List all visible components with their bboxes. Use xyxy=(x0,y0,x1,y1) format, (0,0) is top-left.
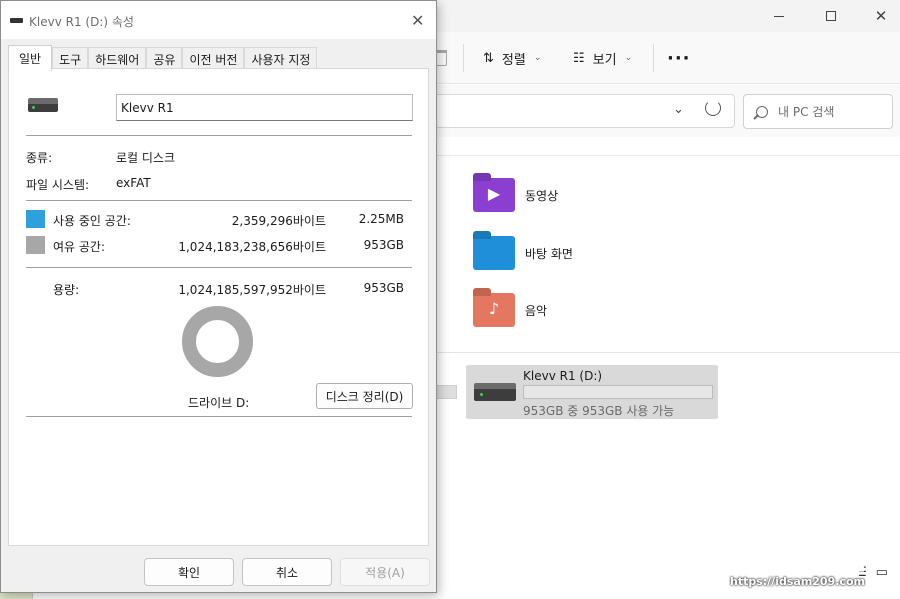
folder-label: 음악 xyxy=(525,303,548,318)
divider xyxy=(26,200,412,201)
drive-icon xyxy=(28,98,58,112)
filesystem-label: 파일 시스템: xyxy=(26,178,90,192)
watermark-logo: 뚜비뚜비뚜뚜바 https://idsam209.com xyxy=(670,541,900,599)
close-icon[interactable]: ✕ xyxy=(411,11,424,30)
disk-usage-donut xyxy=(182,306,253,377)
drive-letter-label: 드라이브 D: xyxy=(188,396,250,410)
more-icon: ··· xyxy=(667,47,691,69)
drive-name: Klevv R1 (D:) xyxy=(523,369,603,383)
divider xyxy=(26,135,412,136)
folder-label: 바탕 화면 xyxy=(525,246,573,261)
sort-icon: ⇅ xyxy=(483,50,494,66)
chevron-down-icon[interactable]: ⌄ xyxy=(673,102,684,117)
dialog-title: Klevv R1 (D:) 속성 xyxy=(29,15,134,29)
free-space-label: 여유 공간: xyxy=(53,240,106,254)
search-placeholder: 내 PC 검색 xyxy=(778,105,835,119)
disk-cleanup-button[interactable]: 디스크 정리(D) xyxy=(316,383,413,409)
drive-properties-dialog: Klevv R1 (D:) 속성 ✕ 일반 도구 하드웨어 공유 이전 버전 사… xyxy=(0,0,437,593)
dialog-titlebar: Klevv R1 (D:) 속성 ✕ xyxy=(1,1,436,39)
cancel-button[interactable]: 취소 xyxy=(242,558,332,586)
type-label: 종류: xyxy=(26,151,53,165)
video-folder-icon: ▶ xyxy=(473,178,515,212)
view-label: 보기 xyxy=(592,52,617,68)
capacity-label: 용량: xyxy=(53,283,80,297)
filesystem-value: exFAT xyxy=(116,176,151,190)
used-space-size: 2.25MB xyxy=(358,212,404,226)
sort-button[interactable]: ⇅ 정렬 ⌄ xyxy=(483,46,541,70)
more-options-button[interactable]: ··· xyxy=(667,46,691,70)
watermark-url: https://idsam209.com xyxy=(730,575,865,588)
tab-bar: 일반 도구 하드웨어 공유 이전 버전 사용자 지정 xyxy=(8,45,318,71)
drive-free-text: 953GB 중 953GB 사용 가능 xyxy=(523,404,675,418)
close-window-button[interactable]: ✕ xyxy=(858,0,900,32)
used-space-swatch xyxy=(26,210,45,228)
drive-usage-bar xyxy=(523,385,713,399)
tab-general[interactable]: 일반 xyxy=(8,45,53,71)
search-icon xyxy=(756,105,768,118)
chevron-down-icon: ⌄ xyxy=(533,53,542,63)
maximize-button[interactable] xyxy=(808,0,854,32)
chevron-down-icon: ⌄ xyxy=(624,53,633,63)
maximize-icon xyxy=(826,11,836,21)
type-value: 로컬 디스크 xyxy=(116,151,176,165)
folder-item-music[interactable]: ♪ 음악 xyxy=(473,293,547,327)
drive-icon xyxy=(474,383,516,401)
free-space-bytes: 1,024,183,238,656바이트 xyxy=(178,240,326,254)
address-bar[interactable] xyxy=(433,94,735,128)
apply-button[interactable]: 적용(A) xyxy=(340,558,430,586)
search-input[interactable]: 내 PC 검색 xyxy=(743,94,893,129)
view-button[interactable]: ☷ 보기 ⌄ xyxy=(573,46,632,70)
free-space-swatch xyxy=(26,236,45,254)
divider xyxy=(26,416,412,417)
refresh-icon[interactable] xyxy=(705,100,721,116)
free-space-size: 953GB xyxy=(363,238,404,252)
minimize-button[interactable] xyxy=(756,0,802,32)
drive-icon xyxy=(10,18,23,23)
sort-label: 정렬 xyxy=(501,52,526,68)
folder-label: 동영상 xyxy=(525,188,559,203)
capacity-bytes: 1,024,185,597,952바이트 xyxy=(178,283,326,297)
capacity-size: 953GB xyxy=(363,281,404,295)
ok-button[interactable]: 확인 xyxy=(144,558,234,586)
section-divider xyxy=(433,352,900,353)
folder-item-desktop[interactable]: 바탕 화면 xyxy=(473,236,573,270)
desktop-folder-icon xyxy=(473,236,515,270)
drive-item-d[interactable]: Klevv R1 (D:) 953GB 중 953GB 사용 가능 xyxy=(466,365,718,419)
minimize-icon xyxy=(774,15,784,17)
view-icon: ☷ xyxy=(573,50,585,66)
folder-item-videos[interactable]: ▶ 동영상 xyxy=(473,178,558,212)
volume-name-input[interactable] xyxy=(116,94,413,121)
toolbar-divider xyxy=(653,44,654,72)
divider xyxy=(26,267,412,268)
music-folder-icon: ♪ xyxy=(473,293,515,327)
toolbar-divider xyxy=(463,44,464,72)
used-space-label: 사용 중인 공간: xyxy=(53,214,131,228)
close-icon: ✕ xyxy=(874,7,888,25)
general-tab-panel: 종류: 로컬 디스크 파일 시스템: exFAT 사용 중인 공간: 2,359… xyxy=(8,68,429,546)
used-space-bytes: 2,359,296바이트 xyxy=(231,214,326,228)
